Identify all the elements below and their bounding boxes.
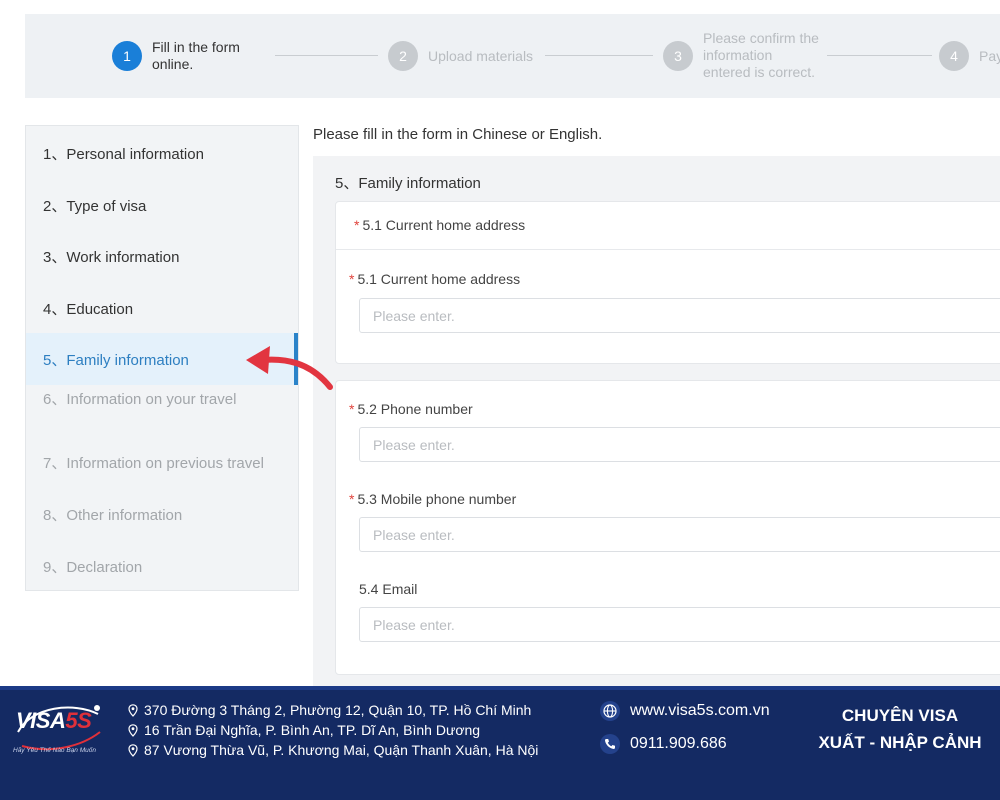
footer-divider bbox=[0, 686, 1000, 690]
address-card: * 5.1 Current home address * 5.1 Current h… bbox=[335, 201, 1000, 364]
step-1: 1 Fill in the form online. bbox=[112, 39, 240, 73]
step-2: 2 Upload materials bbox=[388, 41, 533, 71]
logo-main: VISA bbox=[16, 708, 66, 733]
step-4: 4 Pay bbox=[939, 41, 1000, 71]
step-3-number: 3 bbox=[663, 40, 693, 71]
sidebar-item-personal-information[interactable]: 1、Personal information bbox=[26, 136, 298, 170]
sidebar-item-declaration[interactable]: 9、Declaration bbox=[26, 549, 298, 583]
address-line-1: 370 Đường 3 Tháng 2, Phường 12, Quận 10,… bbox=[128, 702, 531, 718]
required-mark: * bbox=[349, 491, 355, 507]
address-text: 370 Đường 3 Tháng 2, Phường 12, Quận 10,… bbox=[144, 702, 532, 718]
map-pin-icon bbox=[128, 743, 138, 757]
progress-stepper: 1 Fill in the form online. 2 Upload mate… bbox=[25, 14, 1000, 98]
step-1-label: Fill in the form bbox=[152, 39, 240, 55]
phone-number-label: 5.2 Phone number bbox=[357, 401, 473, 417]
step-2-number: 2 bbox=[388, 41, 418, 71]
phone-number: 0911.909.686 bbox=[630, 735, 727, 752]
mobile-phone-number-input[interactable] bbox=[359, 517, 1000, 552]
sidebar-item-other-information[interactable]: 8、Other information bbox=[26, 497, 298, 531]
step-1-label-line2: online. bbox=[152, 56, 194, 72]
sidebar-item-education[interactable]: 4、Education bbox=[26, 291, 298, 325]
sidebar-item-type-of-visa[interactable]: 2、Type of visa bbox=[26, 188, 298, 222]
step-4-number: 4 bbox=[939, 41, 969, 71]
phone-icon bbox=[600, 734, 620, 754]
card-header-title: 5.1 Current home address bbox=[362, 217, 526, 233]
field-label: * 5.2 Phone number bbox=[349, 401, 473, 417]
step-2-label: Upload materials bbox=[428, 47, 534, 64]
section-title: 5、Family information bbox=[335, 175, 481, 192]
step-3-label: Please confirm the bbox=[703, 30, 819, 46]
step-connector bbox=[275, 55, 378, 56]
step-1-number: 1 bbox=[112, 41, 142, 71]
email-label: 5.4 Email bbox=[359, 581, 418, 597]
red-arrow-icon bbox=[246, 346, 333, 390]
logo-tagline: Hãy Yêu Thế Nào Bạn Muốn bbox=[13, 747, 96, 754]
required-mark: * bbox=[349, 401, 355, 417]
current-home-address-input[interactable] bbox=[359, 298, 1000, 333]
sidebar-item-work-information[interactable]: 3、Work information bbox=[26, 239, 298, 273]
step-4-label: Pay bbox=[979, 47, 1000, 64]
website-url: www.visa5s.com.vn bbox=[630, 702, 770, 719]
form-instruction: Please fill in the form in Chinese or En… bbox=[313, 126, 603, 143]
map-pin-icon bbox=[128, 703, 138, 717]
required-mark: * bbox=[349, 271, 355, 287]
current-home-address-label: 5.1 Current home address bbox=[357, 271, 521, 287]
address-line-2: 16 Trần Đại Nghĩa, P. Bình An, TP. Dĩ An… bbox=[128, 722, 480, 738]
slogan-line-1: CHUYÊN VISA bbox=[841, 706, 959, 725]
phone-number-input[interactable] bbox=[359, 427, 1000, 462]
map-pin-icon bbox=[128, 723, 138, 737]
address-line-3: 87 Vương Thừa Vũ, P. Khương Mai, Quận Th… bbox=[128, 742, 538, 758]
card-header: * 5.1 Current home address bbox=[336, 202, 1000, 250]
globe-icon bbox=[600, 701, 620, 721]
email-input[interactable] bbox=[359, 607, 1000, 642]
address-text: 16 Trần Đại Nghĩa, P. Bình An, TP. Dĩ An… bbox=[144, 722, 481, 738]
field-label: * 5.3 Mobile phone number bbox=[349, 491, 516, 507]
logo-accent: 5S bbox=[65, 708, 92, 733]
mobile-phone-number-label: 5.3 Mobile phone number bbox=[357, 491, 517, 507]
logo: VISA5S bbox=[16, 708, 92, 734]
step-3-label-line3: entered is correct. bbox=[703, 64, 816, 80]
website[interactable]: www.visa5s.com.vn bbox=[600, 701, 770, 721]
required-mark: * bbox=[354, 217, 360, 233]
hotline[interactable]: 0911.909.686 bbox=[600, 734, 727, 754]
field-label: * 5.1 Current home address bbox=[349, 271, 520, 287]
sidebar-item-information-on-previous-travel[interactable]: 7、Information on previous travel bbox=[26, 445, 298, 479]
footer-banner: VISA5S Hãy Yêu Thế Nào Bạn Muốn 370 Đườn… bbox=[0, 686, 1000, 800]
contact-card: *5.2 Phone number *5.3 Mobile phone numb… bbox=[335, 380, 1000, 675]
step-connector bbox=[827, 55, 932, 56]
step-connector bbox=[545, 55, 653, 56]
slogan-line-2: XUẤT - NHẬP CẢNH bbox=[818, 733, 982, 752]
field-label: 5.4 Email bbox=[359, 581, 417, 597]
step-3: 3 Please confirm the information entered… bbox=[663, 30, 819, 81]
step-3-label-line2: information bbox=[703, 47, 773, 63]
address-text: 87 Vương Thừa Vũ, P. Khương Mai, Quận Th… bbox=[144, 742, 539, 758]
